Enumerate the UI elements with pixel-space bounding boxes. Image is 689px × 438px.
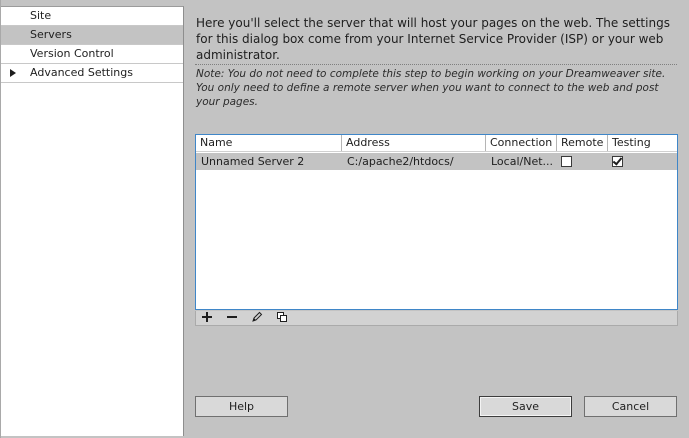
save-button[interactable]: Save (479, 396, 572, 417)
column-header-testing[interactable]: Testing (608, 135, 677, 151)
column-header-address[interactable]: Address (342, 135, 486, 151)
sidebar-item-label: Servers (30, 28, 72, 41)
table-row[interactable]: Unnamed Server 2 C:/apache2/htdocs/ Loca… (196, 153, 677, 170)
checkmark-icon (612, 155, 623, 166)
site-setup-dialog: Site Servers Version Control Advanced Se… (0, 0, 689, 438)
column-header-remote[interactable]: Remote (557, 135, 608, 151)
sidebar-item-label: Version Control (30, 47, 114, 60)
minus-icon (227, 316, 237, 318)
column-header-connection[interactable]: Connection (486, 135, 557, 151)
category-sidebar: Site Servers Version Control Advanced Se… (1, 6, 184, 436)
sidebar-item-site[interactable]: Site (1, 7, 183, 26)
plus-icon (202, 312, 212, 322)
divider (195, 64, 677, 65)
servers-panel: Here you'll select the server that will … (185, 6, 689, 436)
sidebar-item-advanced-settings[interactable]: Advanced Settings (1, 64, 183, 83)
note-text: Note: You do not need to complete this s… (196, 68, 666, 108)
server-address-cell: C:/apache2/htdocs/ (347, 155, 454, 168)
table-header: Name Address Connection Remote Testing (196, 135, 677, 152)
testing-checkbox[interactable] (612, 155, 623, 167)
duplicate-icon (277, 312, 287, 322)
duplicate-server-button[interactable] (274, 311, 290, 326)
server-table[interactable]: Name Address Connection Remote Testing U… (195, 134, 678, 310)
intro-text: Here you'll select the server that will … (196, 16, 670, 62)
cancel-button[interactable]: Cancel (584, 396, 677, 417)
help-button[interactable]: Help (195, 396, 288, 417)
remove-server-button[interactable] (224, 311, 240, 326)
expand-arrow-icon[interactable] (10, 69, 16, 77)
server-toolbar (195, 311, 678, 326)
sidebar-item-version-control[interactable]: Version Control (1, 45, 183, 64)
server-connection-cell: Local/Net... (491, 155, 554, 168)
sidebar-item-label: Advanced Settings (30, 66, 133, 79)
remote-checkbox[interactable] (561, 156, 572, 167)
add-server-button[interactable] (199, 311, 215, 326)
column-header-name[interactable]: Name (196, 135, 342, 151)
pencil-icon (252, 311, 263, 322)
edit-server-button[interactable] (249, 311, 265, 326)
server-name-cell: Unnamed Server 2 (201, 155, 305, 168)
sidebar-item-servers[interactable]: Servers (1, 26, 183, 45)
sidebar-item-label: Site (30, 9, 52, 22)
